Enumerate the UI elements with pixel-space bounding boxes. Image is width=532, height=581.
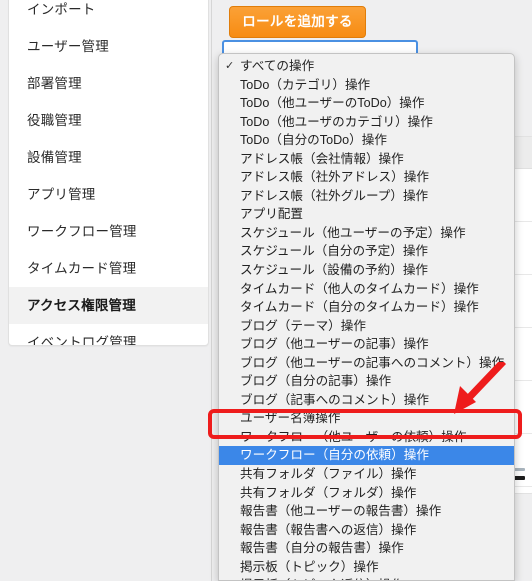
dropdown-option-label: ToDo（他ユーザのカテゴリ）操作 <box>240 114 433 129</box>
dropdown-option[interactable]: ワークフロー（他ユーザーの依頼）操作 <box>219 428 514 447</box>
dropdown-option[interactable]: アプリ配置 <box>219 205 514 224</box>
sidebar-item[interactable]: インポート <box>9 0 208 28</box>
dropdown-option[interactable]: 共有フォルダ（フォルダ）操作 <box>219 484 514 503</box>
dropdown-option-label: 報告書（他ユーザーの報告書）操作 <box>240 504 442 519</box>
sidebar-item[interactable]: ワークフロー管理 <box>9 213 208 250</box>
dropdown-option-label: 報告書（報告書への返信）操作 <box>240 522 417 537</box>
dropdown-option[interactable]: ToDo（カテゴリ）操作 <box>219 76 514 95</box>
dropdown-option-label: 掲示板（トピック）操作 <box>240 559 379 574</box>
dropdown-option[interactable]: ユーザー名簿操作 <box>219 409 514 428</box>
dropdown-option[interactable]: タイムカード（自分のタイムカード）操作 <box>219 298 514 317</box>
dropdown-option[interactable]: ✓ すべての操作 <box>219 57 514 76</box>
dropdown-option-label: ブログ（テーマ）操作 <box>240 318 366 333</box>
operation-dropdown-menu[interactable]: ✓ すべての操作 ToDo（カテゴリ）操作 ToDo（他ユーザーのToDo）操作 ToD… <box>218 53 515 581</box>
dropdown-option[interactable]: 報告書（他ユーザーの報告書）操作 <box>219 502 514 521</box>
check-icon: ✓ <box>225 60 235 72</box>
dropdown-option-label: スケジュール（自分の予定）操作 <box>240 244 429 259</box>
dropdown-option[interactable]: アドレス帳（社外アドレス）操作 <box>219 168 514 187</box>
dropdown-option[interactable]: 報告書（報告書への返信）操作 <box>219 521 514 540</box>
sidebar-item[interactable]: ユーザー管理 <box>9 28 208 65</box>
sidebar-item[interactable]: 設備管理 <box>9 139 208 176</box>
dropdown-option-label: スケジュール（設備の予約）操作 <box>240 263 429 278</box>
dropdown-option-label: ワークフロー（自分の依頼）操作 <box>240 448 429 463</box>
dropdown-option-label: タイムカード（自分のタイムカード）操作 <box>240 300 479 315</box>
sidebar-item[interactable]: アクセス権限管理 <box>9 287 208 324</box>
dropdown-option-label: ToDo（カテゴリ）操作 <box>240 77 371 92</box>
dropdown-option-label: 共有フォルダ（フォルダ）操作 <box>240 485 417 500</box>
dropdown-option[interactable]: ブログ（自分の記事）操作 <box>219 372 514 391</box>
dropdown-option[interactable]: タイムカード（他人のタイムカード）操作 <box>219 280 514 299</box>
dropdown-option-label: アプリ配置 <box>240 207 303 222</box>
dropdown-option[interactable]: アドレス帳（社外グループ）操作 <box>219 187 514 206</box>
screen: インポート ユーザー管理 部署管理 役職管理 設備管理 アプリ管理 ワークフロー管理 タイムカ… <box>0 0 532 581</box>
dropdown-option-label: ブログ（他ユーザーの記事）操作 <box>240 337 429 352</box>
dropdown-option-label: ユーザー名簿操作 <box>240 411 341 426</box>
dropdown-option-label: ブログ（自分の記事）操作 <box>240 374 392 389</box>
dropdown-option[interactable]: スケジュール（設備の予約）操作 <box>219 261 514 280</box>
sidebar-item[interactable]: 役職管理 <box>9 102 208 139</box>
sidebar: インポート ユーザー管理 部署管理 役職管理 設備管理 アプリ管理 ワークフロー管理 タイムカ… <box>0 0 212 581</box>
dropdown-option-label: ブログ（他ユーザーの記事へのコメント）操作 <box>240 355 505 370</box>
dropdown-option-label: 報告書（自分の報告書）操作 <box>240 541 404 556</box>
dropdown-option[interactable]: ToDo（他ユーザのカテゴリ）操作 <box>219 113 514 132</box>
dropdown-option[interactable]: ワークフロー（自分の依頼）操作 <box>219 446 514 466</box>
dropdown-option-label: 共有フォルダ（ファイル）操作 <box>240 467 417 482</box>
dropdown-option[interactable]: 共有フォルダ（ファイル）操作 <box>219 465 514 484</box>
dropdown-option[interactable]: ToDo（自分のToDo）操作 <box>219 131 514 150</box>
dropdown-option-label: ToDo（自分のToDo）操作 <box>240 133 387 148</box>
dropdown-option[interactable]: 報告書（自分の報告書）操作 <box>219 539 514 558</box>
dropdown-option[interactable]: アドレス帳（会社情報）操作 <box>219 150 514 169</box>
dropdown-option-label: アドレス帳（社外アドレス）操作 <box>240 170 429 185</box>
add-role-button[interactable]: ロールを追加する <box>229 6 366 38</box>
dropdown-option-label: ToDo（他ユーザーのToDo）操作 <box>240 96 425 111</box>
sidebar-card: インポート ユーザー管理 部署管理 役職管理 設備管理 アプリ管理 ワークフロー管理 タイムカ… <box>8 0 209 346</box>
dropdown-option-label: タイムカード（他人のタイムカード）操作 <box>240 281 479 296</box>
dropdown-option[interactable]: ブログ（テーマ）操作 <box>219 317 514 336</box>
dropdown-option[interactable]: スケジュール（他ユーザーの予定）操作 <box>219 224 514 243</box>
dropdown-option[interactable]: ToDo（他ユーザーのToDo）操作 <box>219 94 514 113</box>
dropdown-option-label: アドレス帳（会社情報）操作 <box>240 151 404 166</box>
dropdown-option-label: ワークフロー（他ユーザーの依頼）操作 <box>240 429 467 444</box>
dropdown-option-label: すべての操作 <box>240 59 315 73</box>
sidebar-item[interactable]: タイムカード管理 <box>9 250 208 287</box>
sidebar-item[interactable]: アプリ管理 <box>9 176 208 213</box>
dropdown-option[interactable]: スケジュール（自分の予定）操作 <box>219 242 514 261</box>
dropdown-option[interactable]: 掲示板（トピック）操作 <box>219 558 514 577</box>
dropdown-option-label: アドレス帳（社外グループ）操作 <box>240 188 429 203</box>
dropdown-option[interactable]: 掲示板（トピック返信）操作 <box>219 576 514 580</box>
dropdown-option-label: ブログ（記事へのコメント）操作 <box>240 392 429 407</box>
dropdown-option[interactable]: ブログ（他ユーザーの記事）操作 <box>219 335 514 354</box>
sidebar-item[interactable]: イベントログ管理 <box>9 324 208 345</box>
dropdown-option[interactable]: ブログ（他ユーザーの記事へのコメント）操作 <box>219 354 514 373</box>
dropdown-option-label: スケジュール（他ユーザーの予定）操作 <box>240 225 466 240</box>
sidebar-item[interactable]: 部署管理 <box>9 65 208 102</box>
dropdown-option[interactable]: ブログ（記事へのコメント）操作 <box>219 391 514 410</box>
